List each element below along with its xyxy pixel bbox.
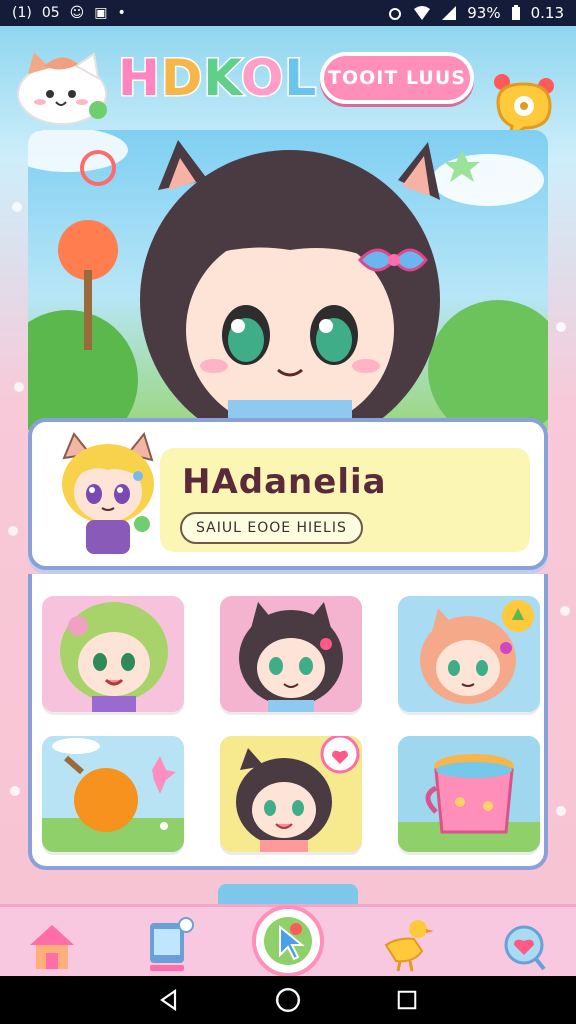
home-circle-icon (275, 987, 301, 1013)
decor-dot (12, 202, 22, 212)
profile-name: HAdanelia (182, 462, 387, 502)
app-icon: ▣ (94, 5, 108, 21)
nav-duck[interactable] (378, 915, 438, 975)
grid-tile-dino-hood-girl[interactable] (42, 596, 184, 712)
header-pill-button[interactable]: TOOIT LUUS (320, 52, 474, 104)
home-system-button[interactable] (268, 980, 308, 1020)
recents-button[interactable] (387, 980, 427, 1020)
wifi-icon (414, 6, 431, 20)
decor-dot (556, 322, 566, 332)
grid-tile-fruit-tea-cup[interactable] (398, 736, 540, 852)
decor-dot (8, 526, 18, 536)
hero-banner[interactable] (28, 130, 548, 430)
heart-bubble-girl-icon (220, 736, 362, 852)
character-grid (28, 574, 548, 870)
title-letter: L (283, 48, 318, 109)
profile-avatar (48, 431, 168, 562)
notification-icon: 05 (41, 5, 60, 21)
duck-icon (384, 920, 434, 972)
profile-name-panel: HAdanelia SAIUL EOOE HIELIS (160, 448, 530, 552)
cursor-icon (264, 917, 312, 965)
grid-tile-cat-ear-girl[interactable] (220, 596, 362, 712)
nav-home[interactable] (22, 915, 82, 975)
mascot-logo[interactable] (14, 44, 110, 128)
decor-dot (14, 382, 24, 392)
signal-icon (442, 6, 457, 20)
blonde-girl-avatar-icon (62, 431, 154, 554)
back-triangle-icon (160, 988, 177, 1012)
heart-chat-icon (504, 925, 546, 971)
decor-dot (10, 786, 20, 796)
cat-mascot-icon (17, 52, 107, 125)
decor-dot (556, 806, 566, 816)
status-bar: (1) 05 ☺ ▣ • 93% 0.13 (0, 0, 576, 26)
back-button[interactable] (149, 980, 189, 1020)
system-navigation-bar (0, 976, 576, 1024)
decor-dot (560, 606, 570, 616)
fruit-tea-cup-icon (398, 736, 540, 852)
recents-square-icon (397, 990, 416, 1010)
alarm-icon (389, 8, 402, 20)
nav-tablet[interactable] (140, 915, 200, 975)
title-letter: D (159, 48, 204, 109)
profile-card[interactable]: HAdanelia SAIUL EOOE HIELIS (28, 418, 548, 570)
tablet-icon (150, 917, 194, 971)
grid-tile-heart-bubble-girl[interactable] (220, 736, 362, 852)
battery-percent: 93% (467, 4, 501, 22)
title-letter: O (239, 48, 285, 109)
bottom-navigation (0, 904, 576, 977)
orange-fruit-icon (42, 736, 184, 852)
nav-favorites[interactable] (496, 915, 556, 975)
home-icon (30, 925, 74, 969)
battery-icon (511, 5, 520, 20)
dino-hood-girl-icon (42, 596, 184, 712)
profile-tag-button[interactable]: SAIUL EOOE HIELIS (180, 512, 363, 544)
emoji-icon: ☺ (69, 5, 85, 21)
app-title: HDKOL (117, 48, 318, 109)
dot-icon: • (117, 5, 126, 21)
title-letter: H (117, 48, 162, 109)
hero-character-illustration (28, 130, 548, 430)
nav-center-action[interactable] (252, 905, 324, 977)
peach-hair-girl-icon (398, 596, 540, 712)
grid-tile-peach-hair-girl[interactable] (398, 596, 540, 712)
grid-tile-orange-fruit[interactable] (42, 736, 184, 852)
title-letter: K (202, 48, 241, 109)
notification-icon: (1) (12, 5, 32, 21)
cat-ear-girl-icon (220, 596, 362, 712)
app-header: HDKOL TOOIT LUUS (0, 32, 576, 142)
clock: 0.13 (530, 4, 564, 22)
